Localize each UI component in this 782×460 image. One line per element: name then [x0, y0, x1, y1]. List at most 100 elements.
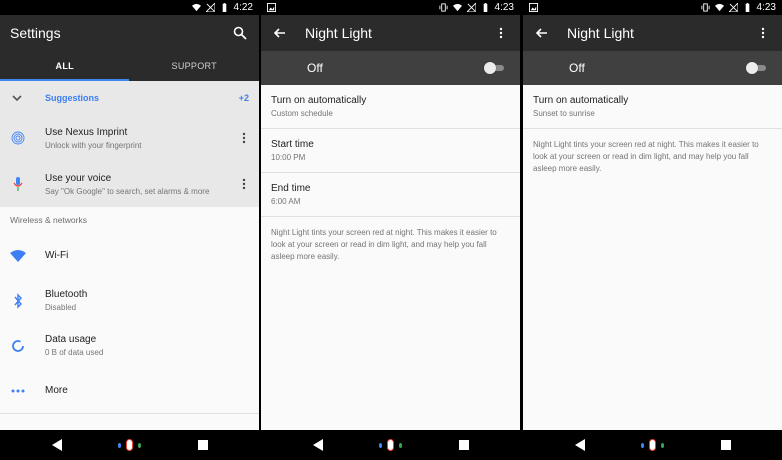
nav-bar: [523, 430, 782, 460]
turn-on-automatically-item[interactable]: Turn on automatically Sunset to sunrise: [523, 85, 782, 128]
image-notification-icon: [529, 3, 538, 12]
settings-item-label: Data usage: [45, 334, 97, 345]
no-signal-icon: [728, 3, 738, 12]
suggestion-subtitle: Unlock with your fingerprint: [45, 140, 142, 150]
settings-item-label: Bluetooth: [45, 289, 88, 300]
microphone-icon: [10, 176, 26, 192]
status-bar: 4:22: [0, 0, 259, 15]
divider: [0, 413, 259, 414]
settings-item-wifi[interactable]: Wi-Fi: [0, 233, 259, 278]
assistant-dot-icon: [117, 442, 121, 448]
battery-icon: [222, 3, 226, 12]
status-bar: 4:23: [523, 0, 782, 15]
night-light-screen-sunset: 4:23 Night Light Off Turn on automatical…: [523, 0, 782, 460]
end-time-item[interactable]: End time 6:00 AM: [261, 173, 520, 216]
more-vert-icon[interactable]: [492, 24, 510, 42]
item-title: Turn on automatically: [271, 95, 367, 106]
settings-item-label: Wi-Fi: [45, 250, 69, 261]
back-arrow-icon[interactable]: [533, 24, 551, 42]
assistant-dot-icon: [138, 442, 142, 448]
battery-icon: [745, 3, 749, 12]
more-vert-icon[interactable]: [239, 176, 249, 192]
item-title: End time: [271, 183, 311, 194]
more-vert-icon[interactable]: [754, 24, 772, 42]
turn-on-automatically-item[interactable]: Turn on automatically Custom schedule: [261, 85, 520, 128]
item-title: Turn on automatically: [533, 95, 629, 106]
item-summary: Custom schedule: [271, 109, 333, 118]
page-title: Settings: [10, 25, 61, 41]
suggestion-voice[interactable]: Use your voice Say "Ok Google" to search…: [0, 161, 259, 207]
nav-bar: [0, 430, 259, 460]
master-switch-bar[interactable]: Off: [523, 51, 782, 85]
search-icon[interactable]: [231, 24, 249, 42]
no-signal-icon: [466, 3, 476, 12]
bluetooth-icon: [10, 292, 26, 309]
recents-icon[interactable]: [191, 433, 215, 457]
tab-support[interactable]: SUPPORT: [130, 51, 260, 81]
fingerprint-icon: [10, 130, 26, 146]
more-horiz-icon: [10, 383, 26, 399]
vibrate-icon: [438, 3, 448, 12]
home-icon: [386, 439, 395, 451]
recents-icon[interactable]: [714, 433, 738, 457]
assistant-dot-icon: [399, 442, 403, 448]
wifi-status-icon: [191, 3, 201, 12]
status-bar: 4:23: [261, 0, 520, 15]
suggestion-subtitle: Say "Ok Google" to search, set alarms & …: [45, 186, 210, 196]
home-assistant-button[interactable]: [117, 433, 142, 457]
suggestions-panel: Suggestions +2 Use Nexus Imprint Unlock …: [0, 81, 259, 207]
vibrate-icon: [700, 3, 710, 12]
suggestions-label: Suggestions: [45, 93, 100, 103]
wifi-status-icon: [714, 3, 724, 12]
clock: 4:22: [233, 2, 253, 13]
page-title: Night Light: [567, 25, 634, 41]
back-nav-icon[interactable]: [45, 433, 69, 457]
back-arrow-icon[interactable]: [271, 24, 289, 42]
recents-icon[interactable]: [452, 433, 476, 457]
nav-bar: [261, 430, 520, 460]
settings-item-more[interactable]: More: [0, 368, 259, 413]
settings-item-label: More: [45, 385, 68, 396]
home-icon: [648, 439, 657, 451]
wifi-icon: [10, 248, 26, 264]
image-notification-icon: [267, 3, 276, 12]
tab-bar: ALL SUPPORT: [0, 51, 259, 81]
app-bar: Night Light: [261, 15, 520, 51]
tab-indicator: [0, 79, 129, 81]
night-light-toggle[interactable]: [746, 62, 768, 74]
suggestions-count: +2: [238, 93, 249, 103]
page-title: Night Light: [305, 25, 372, 41]
tab-all[interactable]: ALL: [0, 51, 130, 81]
night-light-toggle[interactable]: [484, 62, 506, 74]
assistant-dot-icon: [661, 442, 665, 448]
suggestions-header[interactable]: Suggestions +2: [0, 81, 259, 115]
home-assistant-button[interactable]: [378, 433, 403, 457]
data-usage-icon: [10, 338, 26, 354]
settings-item-data-usage[interactable]: Data usage 0 B of data used: [0, 323, 259, 368]
home-icon: [125, 439, 134, 451]
suggestion-nexus-imprint[interactable]: Use Nexus Imprint Unlock with your finge…: [0, 115, 259, 161]
suggestion-title: Use your voice: [45, 172, 112, 184]
night-light-screen-custom: 4:23 Night Light Off Turn on automatical…: [261, 0, 520, 460]
item-summary: 10:00 PM: [271, 153, 306, 162]
master-switch-bar[interactable]: Off: [261, 51, 520, 85]
switch-label: Off: [307, 61, 323, 75]
assistant-dot-icon: [640, 442, 644, 448]
chevron-down-icon: [12, 95, 22, 102]
back-nav-icon[interactable]: [306, 433, 330, 457]
switch-label: Off: [569, 61, 585, 75]
app-bar: Settings: [0, 15, 259, 51]
settings-screen: 4:22 Settings ALL SUPPORT Suggestions +2…: [0, 0, 259, 460]
assistant-dot-icon: [378, 442, 382, 448]
item-title: Start time: [271, 139, 314, 150]
battery-icon: [483, 3, 487, 12]
start-time-item[interactable]: Start time 10:00 PM: [261, 129, 520, 172]
settings-item-bluetooth[interactable]: Bluetooth Disabled: [0, 278, 259, 323]
section-header-wireless: Wireless & networks: [10, 215, 87, 225]
no-signal-icon: [205, 3, 215, 12]
home-assistant-button[interactable]: [640, 433, 665, 457]
more-vert-icon[interactable]: [239, 130, 249, 146]
app-bar: Night Light: [523, 15, 782, 51]
back-nav-icon[interactable]: [568, 433, 592, 457]
night-light-description: Night Light tints your screen red at nig…: [271, 228, 497, 261]
